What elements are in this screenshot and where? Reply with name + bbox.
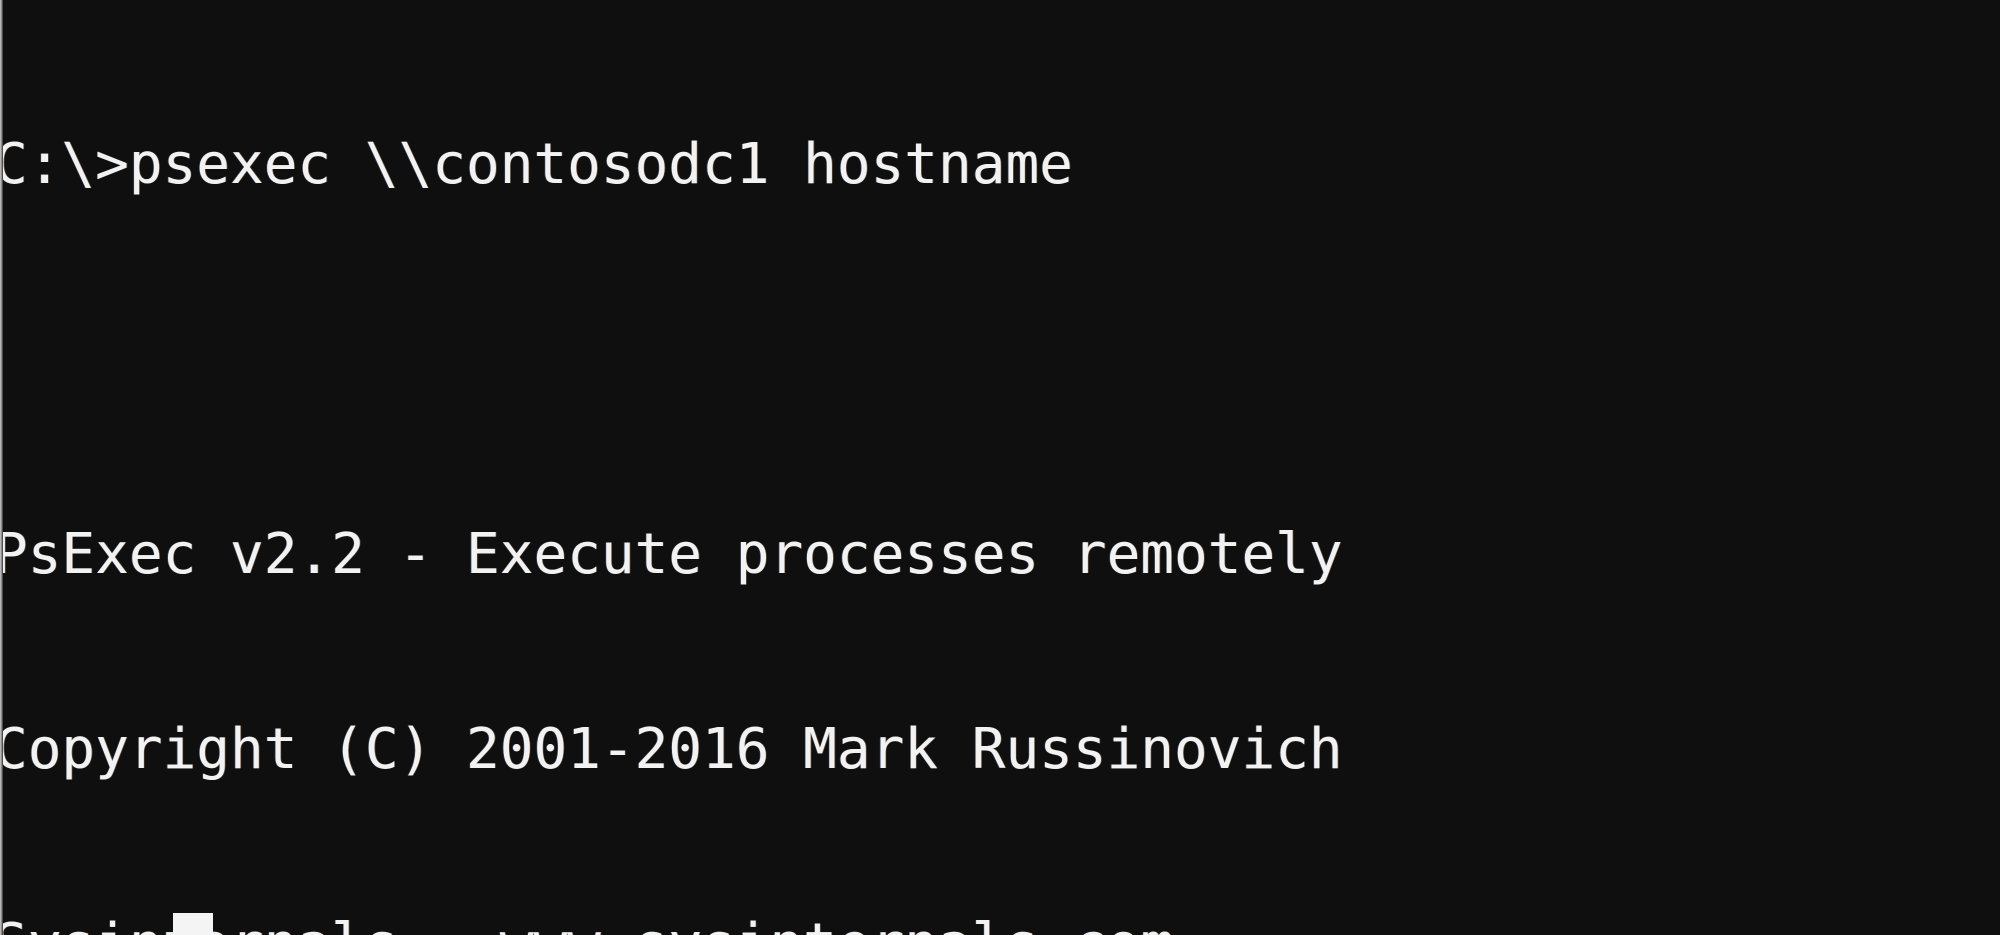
- console-output-buffer[interactable]: C:\>psexec \\contosodc1 hostname PsExec …: [0, 2, 2000, 935]
- terminal-line-psexec-banner-url: Sysinternals - www.sysinternals.com: [0, 912, 2000, 935]
- window-border-edge: [0, 0, 3, 935]
- terminal-line-command: C:\>psexec \\contosodc1 hostname: [0, 132, 1073, 197]
- terminal-line-psexec-banner-copyright: Copyright (C) 2001-2016 Mark Russinovich: [0, 717, 1343, 782]
- command-prompt-window[interactable]: C:\>psexec \\contosodc1 hostname PsExec …: [0, 0, 2000, 935]
- terminal-line-psexec-banner-product: PsExec v2.2 - Execute processes remotely: [0, 522, 1343, 587]
- terminal-line-blank-1: [0, 327, 2000, 392]
- block-cursor: [173, 913, 213, 935]
